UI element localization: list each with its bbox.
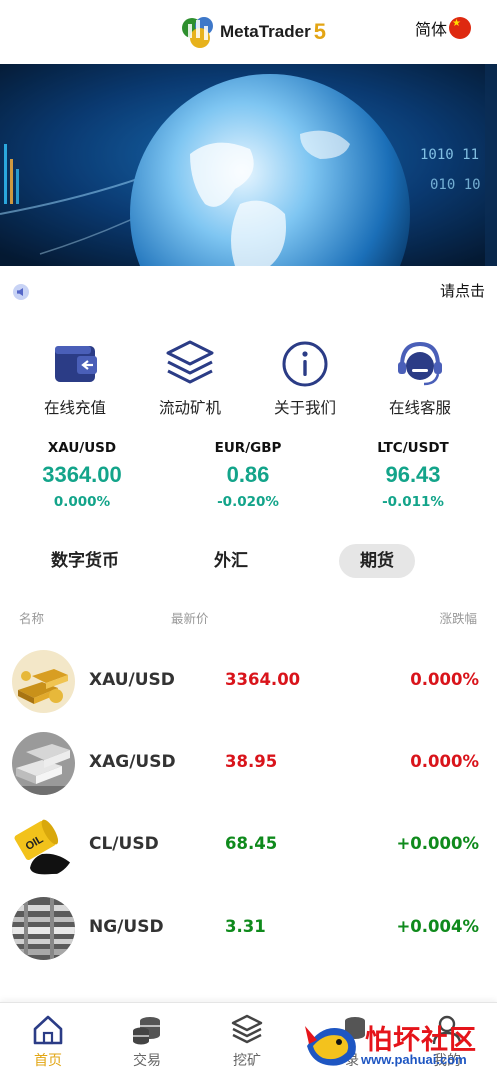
hero-banner[interactable]: 1010 11 010 10 xyxy=(0,64,497,266)
row-symbol: CL/USD xyxy=(89,834,159,854)
tab-forex[interactable]: 外汇 xyxy=(192,544,270,578)
row-change: 0.000% xyxy=(410,670,479,689)
quick-action-support[interactable]: 在线客服 xyxy=(365,336,475,418)
home-icon xyxy=(31,1013,65,1047)
ticker-change: -0.020% xyxy=(217,494,279,510)
nav-trade[interactable]: 交易 xyxy=(107,1013,187,1070)
quick-action-label: 在线客服 xyxy=(388,399,451,417)
quick-action-label: 流动矿机 xyxy=(158,399,221,417)
quick-action-about[interactable]: 关于我们 xyxy=(250,336,360,418)
ticker-symbol: LTC/USDT xyxy=(377,440,449,456)
metatrader-logo: MetaTrader 5 xyxy=(178,12,326,52)
nav-label: 首页 xyxy=(34,1053,62,1069)
silver-bars-image xyxy=(12,732,75,795)
ticker-price: 3364.00 xyxy=(42,462,122,487)
ticker-price: 0.86 xyxy=(226,462,270,487)
row-symbol: XAG/USD xyxy=(89,752,176,772)
ticker-change: -0.011% xyxy=(382,494,444,510)
quick-action-label: 关于我们 xyxy=(273,399,336,417)
nav-label: 交易 xyxy=(133,1053,161,1069)
row-price: 38.95 xyxy=(225,752,278,771)
row-price: 68.45 xyxy=(225,834,278,853)
globe-banner-image: 1010 11 010 10 xyxy=(0,64,497,266)
svg-text:1010 11: 1010 11 xyxy=(420,147,479,163)
ticker-symbol: EUR/GBP xyxy=(214,440,282,456)
logo-text: MetaTrader xyxy=(220,22,311,41)
quick-action-label: 在线充值 xyxy=(43,399,106,417)
market-tabs: 数字货币 外汇 期货 xyxy=(0,540,497,580)
row-price: 3.31 xyxy=(225,917,266,936)
row-price: 3364.00 xyxy=(225,670,301,689)
ticker-price: 96.43 xyxy=(385,462,441,487)
layers-icon xyxy=(162,336,218,392)
info-icon xyxy=(277,336,333,392)
ticker-card[interactable]: LTC/USDT 96.43 -0.011% xyxy=(343,438,483,512)
china-flag-icon xyxy=(449,17,471,39)
speaker-icon xyxy=(13,284,29,300)
coins-icon xyxy=(130,1013,164,1047)
metatrader-logo-icon xyxy=(178,12,218,52)
nav-label: 挖矿 xyxy=(233,1053,261,1069)
list-header: 名称 最新价 涨跌幅 xyxy=(0,606,497,628)
row-symbol: XAU/USD xyxy=(89,670,175,690)
nav-mining[interactable]: 挖矿 xyxy=(207,1013,287,1070)
notice-text: 请点击 xyxy=(439,282,485,300)
tab-crypto[interactable]: 数字货币 xyxy=(36,544,134,578)
language-label: 简体 xyxy=(414,20,447,39)
ticker-card[interactable]: EUR/GBP 0.86 -0.020% xyxy=(178,438,318,512)
nav-home[interactable]: 首页 xyxy=(8,1013,88,1070)
table-row[interactable]: XAU/USD 3364.00 0.000% xyxy=(0,642,497,722)
svg-text:010 10: 010 10 xyxy=(430,177,481,193)
tab-futures[interactable]: 期货 xyxy=(339,544,415,578)
ticker-change: 0.000% xyxy=(53,494,111,510)
language-switcher[interactable]: 简体 xyxy=(415,16,471,40)
watermark: 怕坏社区 www.pahuai.com xyxy=(303,1016,497,1077)
table-row[interactable]: NG/USD 3.31 +0.004% xyxy=(0,889,497,969)
gold-bars-image xyxy=(12,650,75,713)
watermark-fish-logo xyxy=(305,1026,356,1066)
table-row[interactable]: OIL CL/USD 68.45 +0.000% xyxy=(0,806,497,886)
logo-version: 5 xyxy=(313,19,326,44)
oil-barrel-image: OIL xyxy=(12,814,75,877)
layers-icon xyxy=(230,1013,264,1047)
ticker-symbol: XAU/USD xyxy=(47,440,117,456)
row-symbol: NG/USD xyxy=(89,917,164,937)
table-row[interactable]: XAG/USD 38.95 0.000% xyxy=(0,724,497,804)
wallet-icon xyxy=(47,336,103,392)
headset-icon xyxy=(392,336,448,392)
ticker-card[interactable]: XAU/USD 3364.00 0.000% xyxy=(12,438,152,512)
column-price: 最新价 xyxy=(171,611,209,626)
watermark-url: www.pahuai.com xyxy=(361,1052,467,1067)
row-change: +0.004% xyxy=(396,917,479,936)
row-change: +0.000% xyxy=(396,834,479,853)
notice-bar[interactable]: 请点击 xyxy=(0,266,497,316)
row-change: 0.000% xyxy=(410,752,479,771)
column-name: 名称 xyxy=(19,611,45,626)
column-change: 涨跌幅 xyxy=(439,611,477,626)
ticker-strip: XAU/USD 3364.00 0.000% EUR/GBP 0.86 -0.0… xyxy=(0,438,497,518)
quick-action-mining[interactable]: 流动矿机 xyxy=(135,336,245,418)
app-header: MetaTrader 5 简体 xyxy=(0,0,497,64)
quick-action-recharge[interactable]: 在线充值 xyxy=(20,336,130,418)
gas-pipeline-image xyxy=(12,897,75,960)
quick-actions: 在线充值 流动矿机 关于我们 在线客服 xyxy=(0,336,497,426)
